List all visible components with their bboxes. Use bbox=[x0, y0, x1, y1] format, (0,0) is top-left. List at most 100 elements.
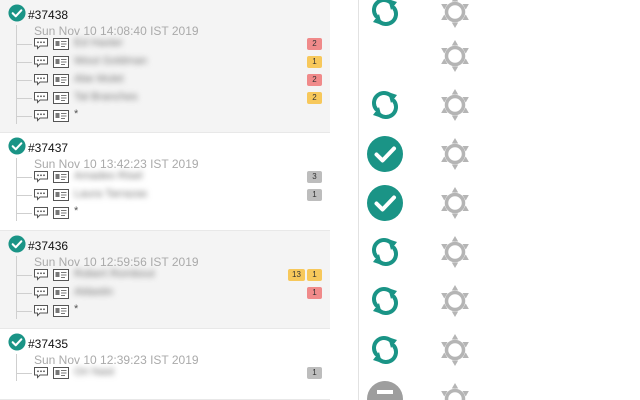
success-check-icon bbox=[8, 3, 26, 27]
gear-icon[interactable] bbox=[438, 88, 472, 122]
gear-icon[interactable] bbox=[438, 0, 472, 29]
comment-icon[interactable] bbox=[33, 268, 49, 286]
change-entry: Abe Mulet 2 bbox=[16, 72, 326, 88]
tree-branch bbox=[16, 311, 32, 312]
user-card-icon[interactable] bbox=[53, 37, 69, 55]
build-header: #37438 bbox=[8, 3, 68, 27]
count-badge: 2 bbox=[307, 92, 322, 104]
build-number[interactable]: #37436 bbox=[28, 239, 68, 253]
user-card-icon[interactable] bbox=[53, 268, 69, 286]
change-entry: * bbox=[16, 108, 326, 124]
build-item[interactable]: #37436 Sun Nov 10 12:59:56 IST 2019 Robert… bbox=[0, 231, 330, 329]
comment-icon[interactable] bbox=[33, 206, 49, 224]
count-badge: 3 bbox=[307, 171, 322, 183]
user-card-icon[interactable] bbox=[53, 109, 69, 127]
change-author: Robert Rombout bbox=[74, 268, 155, 280]
comment-icon[interactable] bbox=[33, 170, 49, 188]
change-author: Ed Haxter bbox=[74, 37, 123, 49]
comment-icon[interactable] bbox=[33, 91, 49, 109]
change-entry: Wout Goldman 1 bbox=[16, 54, 326, 70]
change-entry: * bbox=[16, 303, 326, 319]
user-card-icon[interactable] bbox=[53, 91, 69, 109]
count-badge: 2 bbox=[307, 74, 322, 86]
build-number[interactable]: #37438 bbox=[28, 8, 68, 22]
user-card-icon[interactable] bbox=[53, 304, 69, 322]
build-running-refresh-icon[interactable] bbox=[366, 86, 404, 124]
comment-icon[interactable] bbox=[33, 304, 49, 322]
build-item[interactable]: #37438 Sun Nov 10 14:08:40 IST 2019 Ed Hax… bbox=[0, 0, 330, 133]
tree-branch bbox=[16, 213, 32, 214]
entry-marker: * bbox=[74, 303, 79, 315]
change-author: Aldastin bbox=[74, 286, 114, 298]
change-author: Amadeo Risel bbox=[74, 170, 143, 182]
gear-icon[interactable] bbox=[438, 333, 472, 367]
gear-icon[interactable] bbox=[438, 137, 472, 171]
user-card-icon[interactable] bbox=[53, 170, 69, 188]
change-entry: Tal Branches 2 bbox=[16, 90, 326, 106]
build-pending-icon[interactable] bbox=[366, 380, 404, 400]
comment-icon[interactable] bbox=[33, 37, 49, 55]
comment-icon[interactable] bbox=[33, 55, 49, 73]
build-success-check-icon[interactable] bbox=[366, 135, 404, 173]
change-entry: * bbox=[16, 205, 326, 221]
change-entry: Ori Nast 1 bbox=[16, 365, 326, 381]
comment-icon[interactable] bbox=[33, 366, 49, 384]
change-entry: Aldastin 1 bbox=[16, 285, 326, 301]
tree-branch bbox=[16, 373, 32, 374]
user-card-icon[interactable] bbox=[53, 73, 69, 91]
count-badge: 1 bbox=[307, 367, 322, 379]
gear-icon[interactable] bbox=[438, 235, 472, 269]
count-badge: 1 bbox=[307, 56, 322, 68]
build-item[interactable]: #37437 Sun Nov 10 13:42:23 IST 2019 Amadeo… bbox=[0, 133, 330, 231]
change-author: Abe Mulet bbox=[74, 73, 124, 85]
tree-branch bbox=[16, 116, 32, 117]
user-card-icon[interactable] bbox=[53, 286, 69, 304]
comment-icon[interactable] bbox=[33, 188, 49, 206]
tree-branch bbox=[16, 275, 32, 276]
count-badge: 1 bbox=[307, 189, 322, 201]
tree-branch bbox=[16, 98, 32, 99]
user-card-icon[interactable] bbox=[53, 206, 69, 224]
comment-icon[interactable] bbox=[33, 286, 49, 304]
count-badge: 1 bbox=[307, 269, 322, 281]
build-running-refresh-icon[interactable] bbox=[366, 331, 404, 369]
build-number[interactable]: #37437 bbox=[28, 141, 68, 155]
change-author: Laura Tarrazas bbox=[74, 188, 148, 200]
count-badge: 1 bbox=[307, 287, 322, 299]
user-card-icon[interactable] bbox=[53, 55, 69, 73]
tree-branch bbox=[16, 62, 32, 63]
count-badge: 2 bbox=[307, 38, 322, 50]
change-author: Ori Nast bbox=[74, 366, 115, 378]
comment-icon[interactable] bbox=[33, 73, 49, 91]
build-header: #37437 bbox=[8, 136, 68, 160]
success-check-icon bbox=[8, 136, 26, 160]
user-card-icon[interactable] bbox=[53, 188, 69, 206]
tree-branch bbox=[16, 195, 32, 196]
gear-icon[interactable] bbox=[438, 39, 472, 73]
build-history-list: #37438 Sun Nov 10 14:08:40 IST 2019 Ed Hax… bbox=[0, 0, 330, 400]
build-running-refresh-icon[interactable] bbox=[366, 233, 404, 271]
entry-marker: * bbox=[74, 108, 79, 120]
change-entry: Ed Haxter 2 bbox=[16, 36, 326, 52]
build-number[interactable]: #37435 bbox=[28, 337, 68, 351]
build-item[interactable]: #37435 Sun Nov 10 12:39:23 IST 2019 Ori Na… bbox=[0, 329, 330, 400]
comment-icon[interactable] bbox=[33, 109, 49, 127]
change-author: Tal Branches bbox=[74, 91, 138, 103]
entry-marker: * bbox=[74, 205, 79, 217]
gear-icon[interactable] bbox=[438, 382, 472, 400]
user-card-icon[interactable] bbox=[53, 366, 69, 384]
tree-branch bbox=[16, 177, 32, 178]
change-author: Wout Goldman bbox=[74, 55, 148, 67]
tree-branch bbox=[16, 80, 32, 81]
gear-icon[interactable] bbox=[438, 284, 472, 318]
build-running-refresh-icon[interactable] bbox=[366, 0, 404, 31]
change-entry: Robert Rombout 1 13 bbox=[16, 267, 326, 283]
build-success-check-icon[interactable] bbox=[366, 184, 404, 222]
gear-icon[interactable] bbox=[438, 186, 472, 220]
build-header: #37436 bbox=[8, 234, 68, 255]
build-header: #37435 bbox=[8, 332, 68, 356]
change-entry: Amadeo Risel 3 bbox=[16, 169, 326, 185]
build-running-refresh-icon[interactable] bbox=[366, 282, 404, 320]
tree-branch bbox=[16, 44, 32, 45]
success-check-icon bbox=[8, 332, 26, 356]
